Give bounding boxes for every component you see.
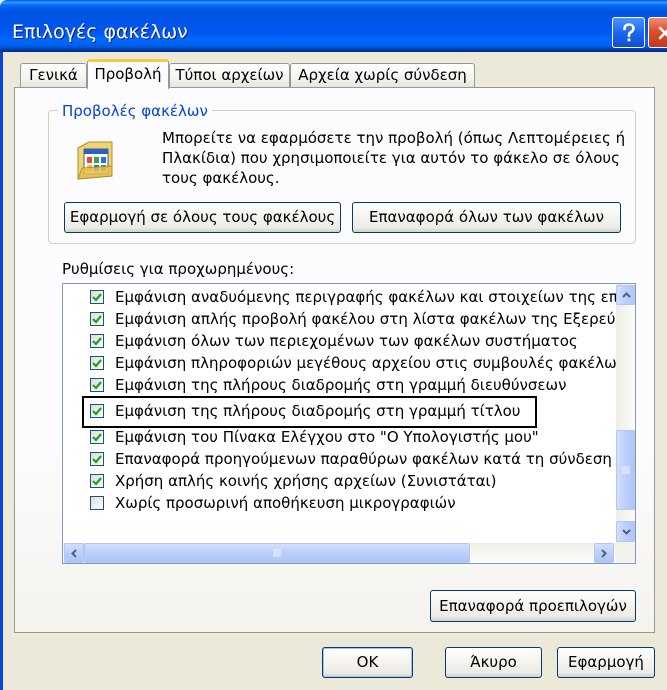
chevron-up-icon [621,292,631,298]
list-item[interactable]: Εμφάνιση της πλήρους διαδρομής στη γραμμ… [63,374,616,396]
description-line: τους φακέλους. [162,169,280,187]
checkbox[interactable] [90,378,104,392]
list-item[interactable]: Εμφάνιση απλής προβολή φακέλου στη λίστα… [63,308,616,330]
tab-label: Αρχεία χωρίς σύνδεση [298,66,467,84]
checkmark-icon [92,455,102,464]
folder-views-description: Μπορείτε να εφαρμόσετε την προβολή (όπως… [162,128,632,188]
checkmark-icon [92,315,102,324]
list-item-label: Εμφάνιση όλων των περιεχομένων των φακέλ… [115,332,578,350]
list-item-label: Χωρίς προσωρινή αποθήκευση μικρογραφιών [115,494,456,512]
list-item[interactable]: Χρήση απλής κοινής χρήσης αρχείων (Συνισ… [63,470,616,492]
close-button[interactable] [648,17,667,48]
highlight-box [82,396,537,428]
description-line: Μπορείτε να εφαρμόσετε την προβολή (όπως… [162,129,626,147]
advanced-settings-items: Εμφάνιση αναδυόμενης περιγραφής φακέλων … [63,286,616,543]
scroll-up-button[interactable] [616,285,635,305]
list-item-label: Εμφάνιση της πλήρους διαδρομής στη γραμμ… [115,376,567,394]
checkmark-icon [92,381,102,390]
checkmark-icon [92,477,102,486]
checkmark-icon [92,293,102,302]
scroll-right-button[interactable] [594,543,614,563]
horizontal-scroll-thumb[interactable] [84,543,470,563]
list-item-label: Εμφάνιση του Πίνακα Ελέγχου στο "Ο Υπολο… [115,428,539,446]
list-item-label: Επαναφορά προηγούμενων παραθύρων φακέλων… [115,450,612,468]
restore-defaults-button[interactable]: Επαναφορά προεπιλογών [430,590,636,622]
help-icon [622,22,635,41]
tab-view[interactable]: Προβολή [87,59,169,89]
list-item[interactable]: Εμφάνιση όλων των περιεχομένων των φακέλ… [63,330,616,352]
title-bar[interactable]: Επιλογές φακέλων [0,0,667,52]
list-item[interactable]: Χωρίς προσωρινή αποθήκευση μικρογραφιών [63,492,616,514]
close-icon [658,26,667,39]
advanced-settings-label: Ρυθμίσεις για προχωρημένους: [62,260,295,278]
folder-options-dialog: Επιλογές φακέλων Γενικά Προβολή Τύποι αρ… [0,0,667,690]
reset-all-folders-button[interactable]: Επαναφορά όλων των φακέλων [352,202,621,233]
grip-icon [273,549,281,557]
tab-label: Τύποι αρχείων [175,66,284,84]
chevron-down-icon [621,528,631,535]
scroll-down-button[interactable] [616,521,635,542]
checkmark-icon [92,337,102,346]
list-item-label: Εμφάνιση πληροφοριών μεγέθους αρχείου στ… [115,354,616,372]
horizontal-scrollbar[interactable] [63,543,616,563]
folder-views-icon [77,141,113,180]
checkbox[interactable] [90,474,104,488]
vertical-scroll-thumb[interactable] [616,430,635,510]
chevron-left-icon [71,548,77,558]
list-item-label: Χρήση απλής κοινής χρήσης αρχείων (Συνισ… [115,472,497,490]
tab-file-types[interactable]: Τύποι αρχείων [169,63,290,88]
checkmark-icon [92,359,102,368]
checkbox[interactable] [90,496,104,510]
checkbox[interactable] [90,430,104,444]
description-line: Πλακίδια) που χρησιμοποιείτε για αυτόν τ… [162,149,620,167]
window-frame [0,52,3,690]
checkmark-icon [92,433,102,442]
checkbox[interactable] [90,356,104,370]
checkbox[interactable] [90,334,104,348]
scroll-left-button[interactable] [64,543,84,563]
tab-label: Προβολή [94,65,162,83]
list-item[interactable]: Εμφάνιση του Πίνακα Ελέγχου στο "Ο Υπολο… [63,426,616,448]
checkbox[interactable] [90,290,104,304]
tab-label: Γενικά [29,66,78,84]
advanced-settings-list[interactable]: Εμφάνιση αναδυόμενης περιγραφής φακέλων … [62,283,636,564]
chevron-right-icon [601,548,607,558]
vertical-scrollbar[interactable] [616,284,635,543]
folder-views-legend: Προβολές φακέλων [58,102,212,120]
apply-button[interactable]: Εφαρμογή [557,647,655,678]
list-item-label: Εμφάνιση απλής προβολή φακέλου στη λίστα… [115,310,616,328]
list-item[interactable]: Επαναφορά προηγούμενων παραθύρων φακέλων… [63,448,616,470]
checkbox[interactable] [90,452,104,466]
list-item-label: Εμφάνιση αναδυόμενης περιγραφής φακέλων … [115,288,616,306]
scrollbar-corner [616,543,635,563]
cancel-button[interactable]: Άκυρο [445,647,542,678]
help-button[interactable] [612,17,645,48]
tab-offline-files[interactable]: Αρχεία χωρίς σύνδεση [290,63,475,88]
list-item[interactable]: Εμφάνιση αναδυόμενης περιγραφής φακέλων … [63,286,616,308]
checkbox[interactable] [90,312,104,326]
apply-to-all-folders-button[interactable]: Εφαρμογή σε όλους τους φακέλους [64,202,341,233]
grip-icon [622,466,630,474]
tab-general[interactable]: Γενικά [20,63,87,88]
list-item[interactable]: Εμφάνιση της πλήρους διαδρομής στη γραμμ… [63,396,616,428]
list-item[interactable]: Εμφάνιση πληροφοριών μεγέθους αρχείου στ… [63,352,616,374]
window-title: Επιλογές φακέλων [12,21,188,43]
ok-button[interactable]: OK [322,647,413,678]
